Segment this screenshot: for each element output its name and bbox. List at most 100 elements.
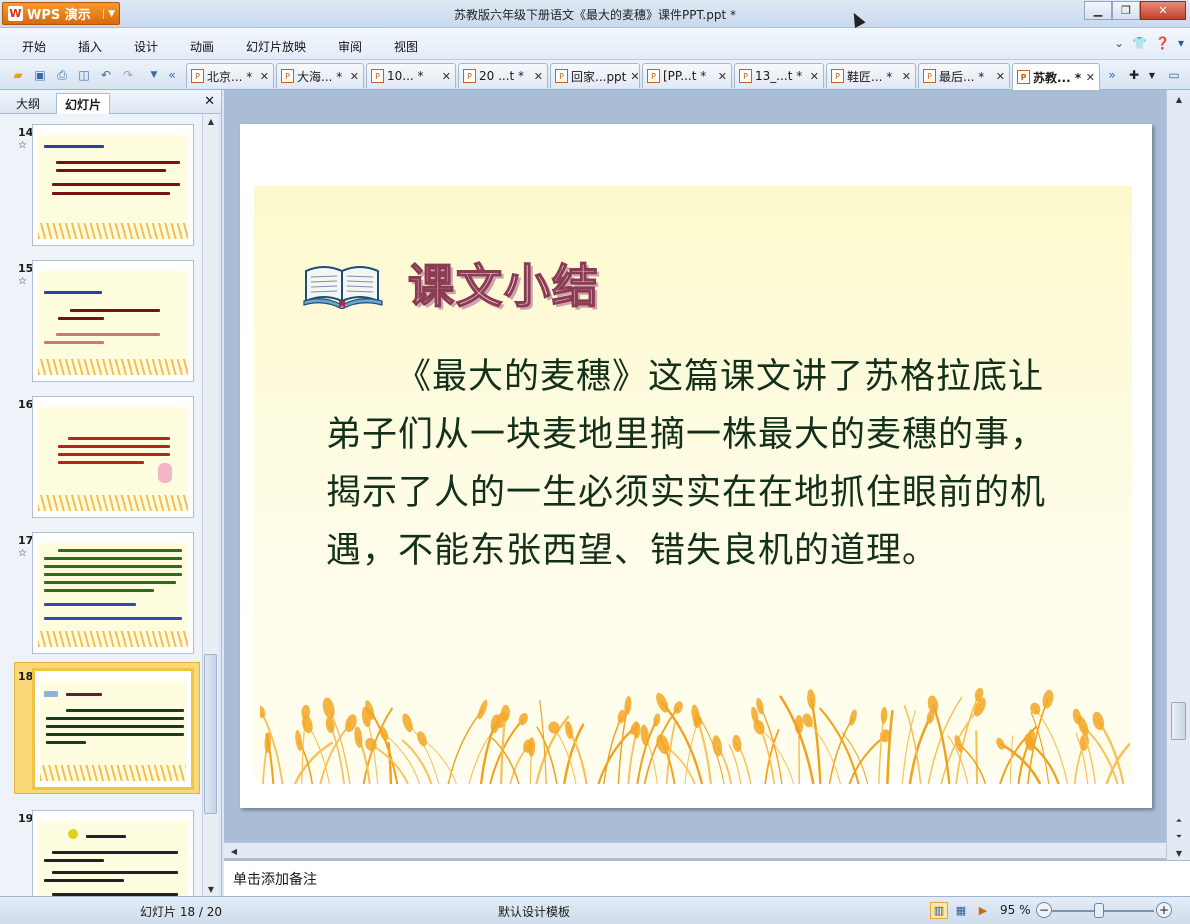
thumbnail-frame bbox=[32, 124, 194, 246]
scroll-tabs-left-icon[interactable]: « bbox=[164, 67, 180, 83]
editor-vertical-scrollbar[interactable]: ▲ ⏶ ⏷ ▼ bbox=[1166, 90, 1190, 860]
doc-tab[interactable]: P 鞋匠... * ✕ bbox=[826, 63, 916, 88]
doc-tab[interactable]: P 13_...t * ✕ bbox=[734, 63, 824, 88]
ppt-file-icon: P bbox=[739, 69, 752, 83]
doc-tab[interactable]: P 回家...ppt ✕ bbox=[550, 63, 640, 88]
status-bar: 幻灯片 18 / 20 默认设计模板 ▥ ▦ ▶ 95 % − + bbox=[0, 896, 1190, 924]
slideshow-view-icon[interactable]: ▶ bbox=[974, 902, 992, 919]
print-preview-icon[interactable]: ◫ bbox=[76, 67, 92, 83]
minimize-button[interactable]: ▁ bbox=[1084, 1, 1112, 20]
redo-icon[interactable]: ↷ bbox=[120, 67, 136, 83]
menu-slideshow[interactable]: 幻灯片放映 bbox=[246, 38, 306, 55]
close-tab-icon[interactable]: ✕ bbox=[992, 70, 1005, 83]
zoom-out-icon[interactable]: − bbox=[1036, 902, 1052, 918]
close-tab-icon[interactable]: ✕ bbox=[256, 70, 269, 83]
zoom-slider-thumb[interactable] bbox=[1094, 903, 1104, 918]
close-window-button[interactable]: ✕ bbox=[1140, 1, 1186, 20]
close-tab-icon[interactable]: ✕ bbox=[714, 70, 727, 83]
open-folder-icon[interactable]: ▰ bbox=[10, 67, 26, 83]
doc-tab[interactable]: P 大海... * ✕ bbox=[276, 63, 364, 88]
normal-view-icon[interactable]: ▥ bbox=[930, 902, 948, 919]
close-panel-icon[interactable]: ✕ bbox=[204, 94, 215, 109]
doc-tab[interactable]: P 10... * ✕ bbox=[366, 63, 456, 88]
notes-area[interactable]: 单击添加备注 bbox=[224, 860, 1190, 896]
menu-bar: 开始 插入 设计 动画 幻灯片放映 审阅 视图 ⌄ 👕 ❓ ▾ bbox=[0, 28, 1190, 60]
ppt-file-icon: P bbox=[647, 69, 660, 83]
chevron-down-icon[interactable]: ▾ bbox=[1178, 36, 1184, 50]
title-bar: W WPS 演示 ▼ 苏教版六年级下册语文《最大的麦穗》课件PPT.ppt * … bbox=[0, 0, 1190, 28]
scroll-tabs-right-icon[interactable]: » bbox=[1104, 67, 1120, 83]
design-template-label[interactable]: 默认设计模板 bbox=[498, 903, 570, 920]
close-tab-icon[interactable]: ✕ bbox=[806, 70, 819, 83]
next-slide-icon[interactable]: ⏷ bbox=[1171, 830, 1187, 844]
slide-indicator: 幻灯片 18 / 20 bbox=[140, 905, 223, 919]
tab-outline[interactable]: 大纲 bbox=[8, 93, 48, 114]
ppt-file-icon: P bbox=[555, 69, 568, 83]
close-tab-icon[interactable]: ✕ bbox=[898, 70, 911, 83]
close-tab-icon[interactable]: ✕ bbox=[346, 70, 359, 83]
slide-heading[interactable]: 课文小结 bbox=[407, 250, 600, 316]
cartoon-girl-icon bbox=[158, 463, 172, 483]
new-tab-icon[interactable]: ✚ bbox=[1126, 67, 1142, 83]
slide-body-text[interactable]: 《最大的麦穗》这篇课文讲了苏格拉底让弟子们从一块麦地里摘一株最大的麦穗的事，揭示… bbox=[326, 348, 1066, 580]
tab-slides[interactable]: 幻灯片 bbox=[56, 93, 111, 114]
ppt-file-icon: P bbox=[1017, 70, 1030, 84]
wheat-decoration bbox=[260, 687, 1130, 784]
zoom-level[interactable]: 95 % bbox=[1000, 903, 1031, 917]
slides-panel: 大纲 幻灯片 ✕ 14 ☆ 15 ☆ 16 17 ☆ 18 19 ▲ ▼ bbox=[0, 90, 222, 896]
ppt-file-icon: P bbox=[923, 69, 936, 83]
save-icon[interactable]: ▣ bbox=[32, 67, 48, 83]
thumbnail-frame bbox=[32, 668, 194, 790]
tab-list-icon[interactable]: ▭ bbox=[1166, 67, 1182, 83]
doc-tab[interactable]: P 北京... * ✕ bbox=[186, 63, 274, 88]
open-book-icon bbox=[303, 266, 383, 309]
ppt-file-icon: P bbox=[831, 69, 844, 83]
previous-slide-icon[interactable]: ⏶ bbox=[1171, 814, 1187, 828]
help-icon[interactable]: ❓ bbox=[1155, 36, 1170, 50]
doc-tab[interactable]: P 20 ...t * ✕ bbox=[458, 63, 548, 88]
scrollbar-thumb[interactable] bbox=[1171, 702, 1186, 740]
menu-view[interactable]: 视图 bbox=[394, 38, 418, 55]
thumbnail-frame bbox=[32, 532, 194, 654]
doc-tab-active[interactable]: P 苏教... * ✕ bbox=[1012, 63, 1100, 90]
book-icon bbox=[44, 691, 58, 697]
scroll-left-icon[interactable]: ◀ bbox=[226, 844, 242, 858]
editor-horizontal-scrollbar[interactable]: ◀ bbox=[224, 842, 1166, 858]
thumbnail-frame bbox=[32, 396, 194, 518]
transition-star-icon: ☆ bbox=[18, 548, 27, 559]
menu-insert[interactable]: 插入 bbox=[78, 38, 102, 55]
menu-review[interactable]: 审阅 bbox=[338, 38, 362, 55]
transition-star-icon: ☆ bbox=[18, 276, 27, 287]
customize-toolbar-icon[interactable]: ▼ bbox=[146, 67, 162, 83]
scroll-down-icon[interactable]: ▼ bbox=[203, 882, 219, 896]
thumbnail-list: 14 ☆ 15 ☆ 16 17 ☆ 18 19 bbox=[0, 114, 202, 896]
ppt-file-icon: P bbox=[463, 69, 476, 83]
scrollbar-thumb[interactable] bbox=[204, 654, 217, 814]
close-tab-icon[interactable]: ✕ bbox=[1082, 71, 1095, 84]
print-icon[interactable]: ⎙ bbox=[54, 67, 70, 83]
ppt-file-icon: P bbox=[371, 69, 384, 83]
close-tab-icon[interactable]: ✕ bbox=[626, 70, 639, 83]
scroll-up-icon[interactable]: ▲ bbox=[203, 114, 219, 128]
scroll-up-icon[interactable]: ▲ bbox=[1171, 92, 1187, 106]
ppt-file-icon: P bbox=[191, 69, 204, 83]
maximize-button[interactable]: ❐ bbox=[1112, 1, 1140, 20]
current-slide[interactable]: 课文小结 《最大的麦穗》这篇课文讲了苏格拉底让弟子们从一块麦地里摘一株最大的麦穗… bbox=[240, 124, 1152, 808]
menu-animation[interactable]: 动画 bbox=[190, 38, 214, 55]
thumbnail-frame bbox=[32, 260, 194, 382]
menu-home[interactable]: 开始 bbox=[22, 38, 46, 55]
transition-star-icon: ☆ bbox=[18, 140, 27, 151]
thumbnail-scrollbar[interactable]: ▲ ▼ bbox=[202, 114, 218, 896]
skin-shirt-icon[interactable]: 👕 bbox=[1132, 36, 1147, 50]
menu-design[interactable]: 设计 bbox=[134, 38, 158, 55]
doc-tab[interactable]: P 最后... * ✕ bbox=[918, 63, 1010, 88]
close-tab-icon[interactable]: ✕ bbox=[530, 70, 543, 83]
zoom-in-icon[interactable]: + bbox=[1156, 902, 1172, 918]
chevron-down-icon[interactable]: ▼ bbox=[1144, 67, 1160, 83]
ribbon-toggle-icon[interactable]: ⌄ bbox=[1114, 36, 1124, 50]
doc-tab[interactable]: P [PP...t * ✕ bbox=[642, 63, 732, 88]
scroll-down-icon[interactable]: ▼ bbox=[1171, 846, 1187, 860]
slide-sorter-view-icon[interactable]: ▦ bbox=[952, 902, 970, 919]
close-tab-icon[interactable]: ✕ bbox=[438, 70, 451, 83]
undo-icon[interactable]: ↶ bbox=[98, 67, 114, 83]
